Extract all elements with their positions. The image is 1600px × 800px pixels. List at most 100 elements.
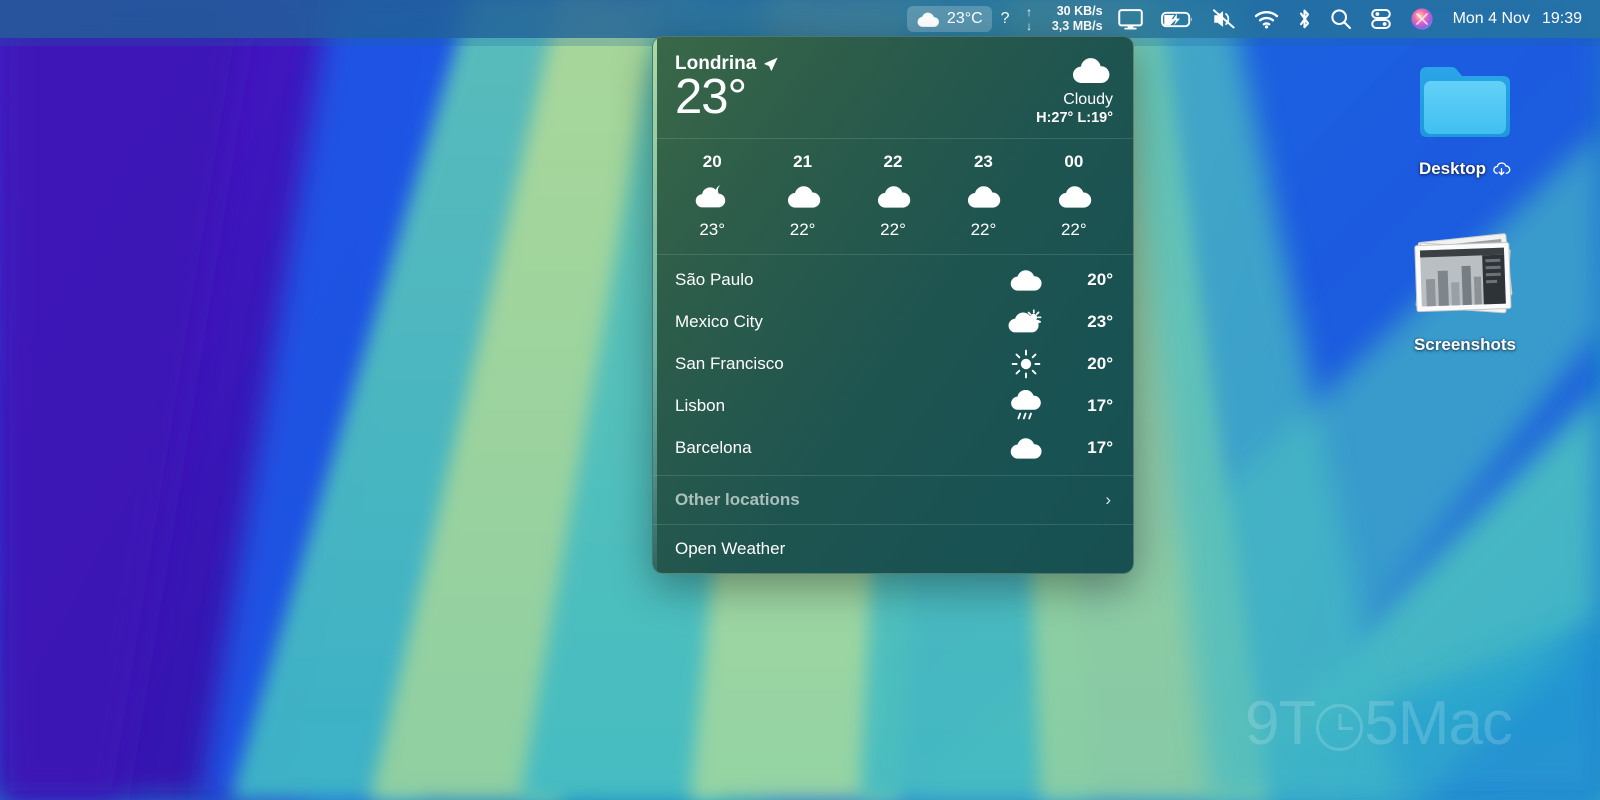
desktop-icon-label: Desktop (1419, 159, 1511, 179)
hourly-forecast: 20 23° 21 22° 22 22° 23 22° 00 22° (653, 139, 1133, 254)
cloud-icon (1056, 183, 1092, 209)
cloud-icon (785, 183, 821, 209)
menubar-bluetooth-item[interactable] (1288, 6, 1321, 32)
weather-condition-block: Cloudy H:27° L:19° (1036, 53, 1113, 126)
hour-temperature: 22° (880, 220, 906, 239)
hour-label: 21 (793, 152, 813, 171)
menubar-wifi-item[interactable] (1245, 6, 1288, 32)
wifi-icon (1254, 10, 1279, 29)
city-temperature: 23° (1087, 312, 1113, 331)
menubar-search-item[interactable] (1321, 6, 1361, 32)
network-download-value: 3,3 MB/s (1051, 19, 1103, 33)
speaker-muted-icon (1212, 9, 1236, 29)
arrow-down-icon: ↓ (1026, 19, 1033, 34)
city-list-item[interactable]: Lisbon 17° (653, 385, 1133, 427)
city-name: Mexico City (675, 312, 763, 331)
menubar-display-item[interactable] (1109, 6, 1152, 32)
screenshot-stack-icon (1414, 233, 1513, 314)
menubar-clock[interactable]: Mon 4 Nov 19:39 (1443, 10, 1588, 28)
city-temperature: 20° (1087, 354, 1113, 373)
other-locations-item[interactable]: Other locations › (653, 476, 1133, 524)
weather-high-low: H:27° L:19° (1036, 110, 1113, 126)
watermark-left-text: 9T (1245, 689, 1316, 758)
hour-label: 23 (973, 152, 993, 171)
city-temperature: 17° (1087, 438, 1113, 457)
icloud-download-icon (1493, 162, 1511, 176)
cloud-icon (991, 436, 1061, 460)
desktop-icon-label-text: Desktop (1418, 159, 1487, 178)
menubar-network-speed[interactable]: ↑ 30 KB/s ↓ 3,3 MB/s (1019, 4, 1109, 34)
folder-icon (1420, 67, 1510, 137)
control-center-icon (1370, 8, 1392, 30)
menubar-date: Mon 4 Nov (1452, 10, 1530, 27)
menubar-weather-temp: 23°C (946, 10, 983, 27)
city-name: San Francisco (675, 354, 784, 373)
question-mark-icon: ? (1000, 10, 1010, 27)
clock-icon (1316, 704, 1364, 751)
screenshots-icon-label: Screenshots (1414, 335, 1516, 355)
city-name: São Paulo (675, 270, 754, 289)
watermark: 9T 5Mac (1245, 688, 1513, 759)
menubar-sound-item[interactable] (1203, 6, 1245, 32)
menubar-weather-item[interactable]: 23°C (906, 6, 992, 32)
network-download-row: ↓ 3,3 MB/s (1025, 19, 1103, 34)
cloud-icon (991, 268, 1061, 292)
menubar-time: 19:39 (1541, 10, 1582, 27)
hour-temperature: 22° (1060, 220, 1087, 239)
hourly-forecast-item: 00 22° (1029, 152, 1119, 240)
weather-dropdown-panel: Londrina 23° Cloudy H:27° L:19° 20 23° 2… (652, 36, 1134, 574)
screenshots-icon-label-text: Screenshots (1413, 335, 1517, 354)
hourly-forecast-item: 21 22° (757, 152, 847, 240)
network-upload-row: ↑ 30 KB/s (1025, 4, 1103, 19)
hour-label: 22 (883, 152, 903, 171)
chevron-right-icon: › (1105, 490, 1111, 509)
location-arrow-icon (764, 57, 778, 71)
cloud-rain-icon (991, 390, 1061, 422)
city-name: Lisbon (675, 396, 726, 415)
menubar-control-center-item[interactable] (1361, 6, 1401, 32)
city-list-item[interactable]: Barcelona 17° (653, 427, 1133, 469)
hourly-forecast-item: 22 22° (848, 152, 938, 240)
network-upload-value: 30 KB/s (1056, 4, 1103, 19)
desktop-icon-screenshots-stack[interactable]: Screenshots (1385, 232, 1545, 355)
cloud-icon (916, 11, 940, 28)
city-list-item[interactable]: São Paulo 20° (653, 259, 1133, 301)
weather-header: Londrina 23° Cloudy H:27° L:19° (653, 37, 1133, 138)
menubar-battery-item[interactable] (1152, 6, 1203, 32)
hour-temperature: 22° (970, 220, 997, 239)
city-temperature: 17° (1087, 396, 1113, 415)
arrow-up-icon: ↑ (1026, 4, 1033, 19)
hour-label: 20 (702, 152, 722, 171)
cloud-icon (1069, 58, 1113, 88)
battery-charging-icon (1160, 10, 1194, 29)
menubar-help-item[interactable]: ? (992, 6, 1019, 32)
bluetooth-icon (1297, 8, 1312, 30)
cloud-icon (875, 183, 911, 209)
hourly-forecast-item: 23 22° (938, 152, 1028, 240)
cloud-moon-icon (694, 183, 730, 209)
other-locations-label: Other locations (675, 490, 800, 509)
hour-temperature: 22° (789, 220, 816, 239)
desktop-icon-desktop-folder[interactable]: Desktop (1385, 58, 1545, 179)
city-temperature: 20° (1087, 270, 1113, 289)
cloud-icon (965, 183, 1001, 209)
hour-label: 00 (1064, 152, 1084, 171)
search-icon (1330, 8, 1352, 30)
menu-bar: 23°C ? ↑ 30 KB/s ↓ 3,3 MB/s Mon 4 Nov 19… (0, 0, 1600, 38)
city-list-item[interactable]: Mexico City 23° (653, 301, 1133, 343)
open-weather-item[interactable]: Open Weather (653, 525, 1133, 573)
city-list-item[interactable]: San Francisco 20° (653, 343, 1133, 385)
menubar-siri-item[interactable] (1401, 6, 1443, 32)
siri-icon (1410, 7, 1434, 31)
cloud-sun-icon (991, 308, 1061, 336)
open-weather-label: Open Weather (675, 539, 786, 558)
hourly-forecast-item: 20 23° (667, 152, 757, 240)
watermark-right-text: 5Mac (1364, 689, 1513, 758)
hour-temperature: 23° (699, 220, 726, 239)
weather-condition-text: Cloudy (1063, 91, 1113, 108)
display-icon (1117, 8, 1143, 30)
city-list: São Paulo 20° Mexico City 23° San Franci… (653, 255, 1133, 475)
sun-icon (991, 349, 1061, 379)
weather-current-block: Londrina 23° (675, 53, 779, 123)
weather-current-temperature: 23° (675, 70, 747, 124)
